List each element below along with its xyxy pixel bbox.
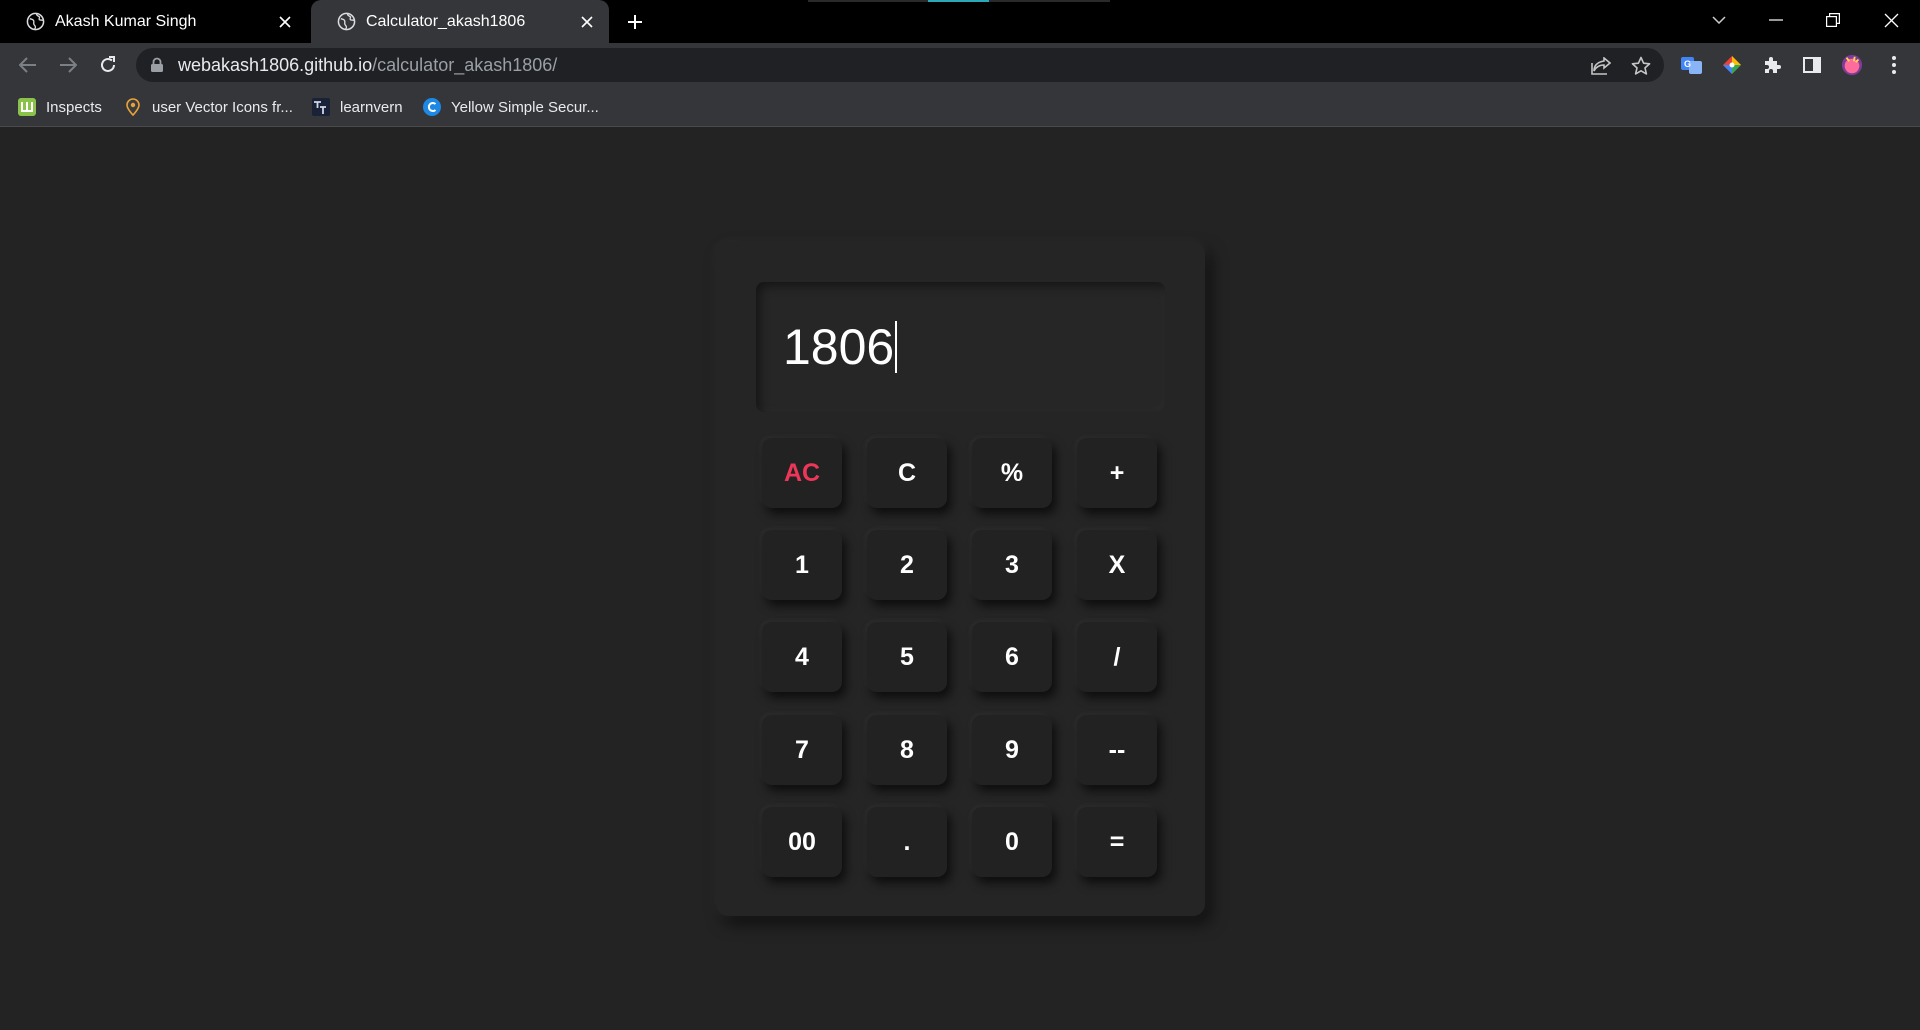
key-5[interactable]: 5 bbox=[867, 622, 947, 692]
key-subtract[interactable]: -- bbox=[1077, 715, 1157, 785]
profile-avatar[interactable] bbox=[1841, 54, 1863, 76]
tab-akash-kumar-singh[interactable]: Akash Kumar Singh bbox=[0, 0, 307, 43]
lock-icon[interactable] bbox=[150, 57, 164, 73]
browser-toolbar: webakash1806.github.io/calculator_akash1… bbox=[0, 43, 1920, 87]
location-pin-icon bbox=[126, 98, 140, 116]
key-6[interactable]: 6 bbox=[972, 622, 1052, 692]
globe-icon bbox=[337, 12, 356, 31]
key-4[interactable]: 4 bbox=[762, 622, 842, 692]
puzzle-icon bbox=[1765, 57, 1781, 73]
url-host: webakash1806.github.io bbox=[178, 54, 373, 75]
key-decimal[interactable]: . bbox=[867, 807, 947, 877]
close-icon bbox=[1884, 13, 1898, 27]
key-3[interactable]: 3 bbox=[972, 530, 1052, 600]
minimize-icon bbox=[1769, 19, 1783, 21]
loading-indicator bbox=[808, 0, 1110, 2]
canva-icon bbox=[423, 98, 441, 116]
key-2[interactable]: 2 bbox=[867, 530, 947, 600]
window-close-button[interactable] bbox=[1866, 0, 1916, 40]
more-vertical-icon bbox=[1892, 56, 1896, 74]
key-double-zero[interactable]: 00 bbox=[762, 807, 842, 877]
bookmark-label: Yellow Simple Secur... bbox=[451, 98, 599, 116]
key-clear[interactable]: C bbox=[867, 438, 947, 508]
url-path: /calculator_akash1806/ bbox=[372, 54, 558, 75]
key-9[interactable]: 9 bbox=[972, 715, 1052, 785]
back-button[interactable] bbox=[12, 49, 44, 81]
close-icon[interactable] bbox=[577, 12, 597, 32]
reload-icon bbox=[101, 56, 115, 72]
key-7[interactable]: 7 bbox=[762, 715, 842, 785]
new-tab-button[interactable] bbox=[621, 8, 649, 36]
arrow-right-icon bbox=[60, 57, 77, 73]
key-8[interactable]: 8 bbox=[867, 715, 947, 785]
inspects-icon bbox=[18, 98, 36, 116]
browser-menu-button[interactable] bbox=[1883, 54, 1905, 76]
bookmark-label: user Vector Icons fr... bbox=[152, 98, 293, 116]
tab-title: Akash Kumar Singh bbox=[55, 12, 197, 30]
key-divide[interactable]: / bbox=[1077, 622, 1157, 692]
tab-strip: Akash Kumar Singh Calculator_akash1806 bbox=[0, 0, 1920, 43]
restore-icon bbox=[1826, 13, 1840, 27]
key-percent[interactable]: % bbox=[972, 438, 1052, 508]
key-0[interactable]: 0 bbox=[972, 807, 1052, 877]
chevron-down-icon bbox=[1712, 16, 1726, 24]
key-add[interactable]: + bbox=[1077, 438, 1157, 508]
globe-icon bbox=[26, 12, 45, 31]
bookmark-yellow-simple-secur[interactable]: Yellow Simple Secur... bbox=[423, 95, 599, 119]
bookmark-star-button[interactable] bbox=[1630, 55, 1652, 77]
arrow-left-icon bbox=[19, 57, 36, 73]
tab-title: Calculator_akash1806 bbox=[366, 12, 526, 30]
plus-icon bbox=[628, 15, 642, 29]
star-icon bbox=[1631, 56, 1651, 75]
display-value: 1806 bbox=[783, 319, 895, 375]
tab-calculator[interactable]: Calculator_akash1806 bbox=[311, 0, 609, 43]
share-icon bbox=[1591, 57, 1611, 75]
key-equals[interactable]: = bbox=[1077, 807, 1157, 877]
restore-button[interactable] bbox=[1808, 0, 1858, 40]
key-1[interactable]: 1 bbox=[762, 530, 842, 600]
close-icon[interactable] bbox=[275, 12, 295, 32]
key-all-clear[interactable]: AC bbox=[762, 438, 842, 508]
text-caret bbox=[895, 321, 898, 373]
avatar-icon bbox=[1841, 54, 1863, 76]
side-panel-button[interactable] bbox=[1801, 54, 1823, 76]
share-button[interactable] bbox=[1590, 55, 1612, 77]
bookmark-user-vector-icons[interactable]: user Vector Icons fr... bbox=[124, 95, 293, 119]
color-picker-extension-icon[interactable] bbox=[1721, 54, 1743, 76]
key-multiply[interactable]: X bbox=[1077, 530, 1157, 600]
bookmark-label: Inspects bbox=[46, 98, 102, 116]
tab-search-button[interactable] bbox=[1694, 0, 1744, 40]
calculator-display[interactable]: 1806 bbox=[756, 282, 1165, 412]
page-viewport: 1806 AC C % + 1 2 3 X 4 5 6 / 7 8 9 -- 0… bbox=[0, 128, 1920, 1030]
translate-extension-icon[interactable]: G bbox=[1681, 54, 1703, 76]
url-text[interactable]: webakash1806.github.io/calculator_akash1… bbox=[178, 55, 557, 76]
forward-button[interactable] bbox=[52, 49, 84, 81]
bookmark-inspects[interactable]: Inspects bbox=[18, 95, 102, 119]
bookmark-learnvern[interactable]: learnvern bbox=[312, 95, 403, 119]
svg-text:G: G bbox=[1684, 59, 1691, 69]
bookmarks-bar: Inspects user Vector Icons fr... learnve… bbox=[0, 87, 1920, 127]
reload-button[interactable] bbox=[92, 49, 124, 81]
extensions-button[interactable] bbox=[1761, 54, 1783, 76]
side-panel-icon bbox=[1803, 57, 1821, 73]
minimize-button[interactable] bbox=[1751, 0, 1801, 40]
bookmark-label: learnvern bbox=[340, 98, 403, 116]
learnvern-icon bbox=[312, 98, 330, 116]
calculator: 1806 AC C % + 1 2 3 X 4 5 6 / 7 8 9 -- 0… bbox=[716, 242, 1205, 916]
address-bar[interactable]: webakash1806.github.io/calculator_akash1… bbox=[136, 48, 1664, 82]
